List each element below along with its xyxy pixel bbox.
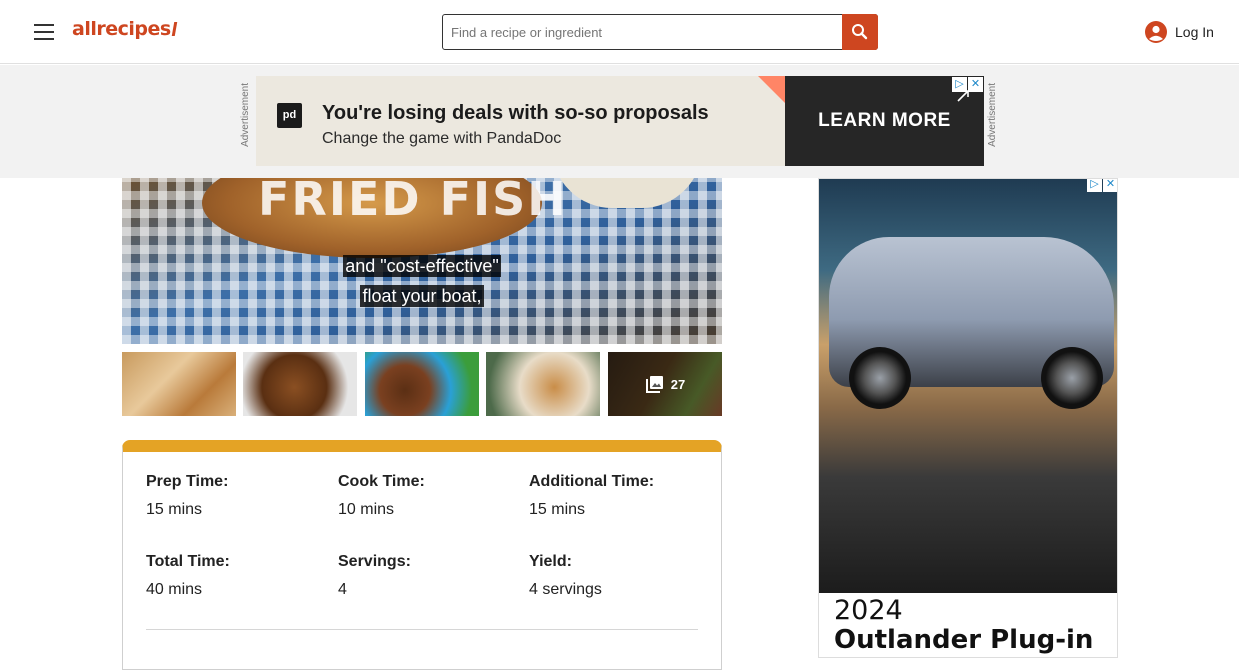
- coleslaw-bowl-image: [552, 178, 702, 208]
- detail-label: Yield:: [529, 553, 572, 570]
- pandadoc-logo: pd: [277, 103, 302, 128]
- gallery-thumbnail[interactable]: [122, 352, 236, 416]
- logo-text: allrecipes: [72, 18, 171, 40]
- cook-time: Cook Time: 10 mins: [338, 473, 508, 519]
- advertisement-label-left: Advertisement: [240, 83, 251, 147]
- detail-value: 4: [338, 581, 347, 598]
- login-button[interactable]: Log In: [1145, 21, 1214, 43]
- detail-label: Prep Time:: [146, 473, 229, 490]
- ad-corner-decoration: [758, 76, 785, 103]
- expand-arrow-icon: [957, 90, 969, 102]
- detail-value: 15 mins: [146, 501, 203, 518]
- gallery-thumbnail[interactable]: [365, 352, 479, 416]
- yield: Yield: 4 servings: [529, 553, 699, 599]
- recipe-video-player[interactable]: FRIED FISH and "cost-effective" float yo…: [122, 178, 722, 344]
- detail-label: Cook Time:: [338, 473, 425, 490]
- detail-value: 15 mins: [529, 501, 586, 518]
- ad-model: Outlander Plug-in: [834, 625, 1094, 655]
- video-caption-line-2: float your boat,: [360, 285, 484, 307]
- outlander-side-ad[interactable]: ▷ ✕ 2024 Outlander Plug-in: [818, 178, 1118, 658]
- photo-count: 27: [670, 376, 686, 392]
- allrecipes-logo[interactable]: allrecipes: [72, 18, 177, 40]
- search-icon: [852, 24, 868, 40]
- additional-time: Additional Time: 15 mins: [529, 473, 699, 519]
- ad-year: 2024: [834, 595, 903, 626]
- adchoices-icon[interactable]: ▷: [1087, 179, 1102, 192]
- ad-headline: You're losing deals with so-so proposals: [322, 102, 709, 124]
- recipe-details-card: Prep Time: 15 mins Cook Time: 10 mins Ad…: [122, 440, 722, 670]
- suv-wheel: [849, 347, 911, 409]
- photo-gallery-icon: [645, 376, 663, 393]
- advertisement-label-right: Advertisement: [987, 83, 998, 147]
- ad-subline: Change the game with PandaDoc: [322, 130, 562, 147]
- prep-time: Prep Time: 15 mins: [146, 473, 316, 519]
- hamburger-menu-icon[interactable]: [34, 24, 54, 40]
- detail-value: 10 mins: [338, 501, 395, 518]
- pandadoc-banner-ad[interactable]: pd You're losing deals with so-so propos…: [256, 76, 984, 166]
- account-circle-icon: [1145, 21, 1167, 43]
- detail-value: 4 servings: [529, 581, 602, 598]
- servings: Servings: 4: [338, 553, 508, 599]
- site-header: allrecipes Log In: [0, 0, 1239, 64]
- suv-ad-image: [819, 179, 1117, 593]
- gallery-thumbnail[interactable]: [486, 352, 600, 416]
- detail-value: 40 mins: [146, 581, 203, 598]
- divider: [146, 629, 698, 630]
- ad-controls: ▷ ✕: [1087, 179, 1117, 192]
- total-time: Total Time: 40 mins: [146, 553, 316, 599]
- video-overlay-title: FRIED FISH: [258, 178, 568, 226]
- detail-label: Total Time:: [146, 553, 230, 570]
- close-icon[interactable]: ✕: [968, 77, 983, 92]
- detail-label: Servings:: [338, 553, 411, 570]
- login-label: Log In: [1175, 24, 1214, 40]
- close-icon[interactable]: ✕: [1103, 179, 1117, 192]
- gallery-thumbnail[interactable]: [243, 352, 357, 416]
- search-input[interactable]: [443, 15, 843, 49]
- video-caption-line-1: and "cost-effective": [343, 255, 501, 277]
- view-all-photos-button[interactable]: 27: [608, 352, 722, 416]
- search-bar: [442, 14, 878, 50]
- detail-label: Additional Time:: [529, 473, 655, 490]
- search-button[interactable]: [842, 14, 878, 50]
- suv-wheel: [1041, 347, 1103, 409]
